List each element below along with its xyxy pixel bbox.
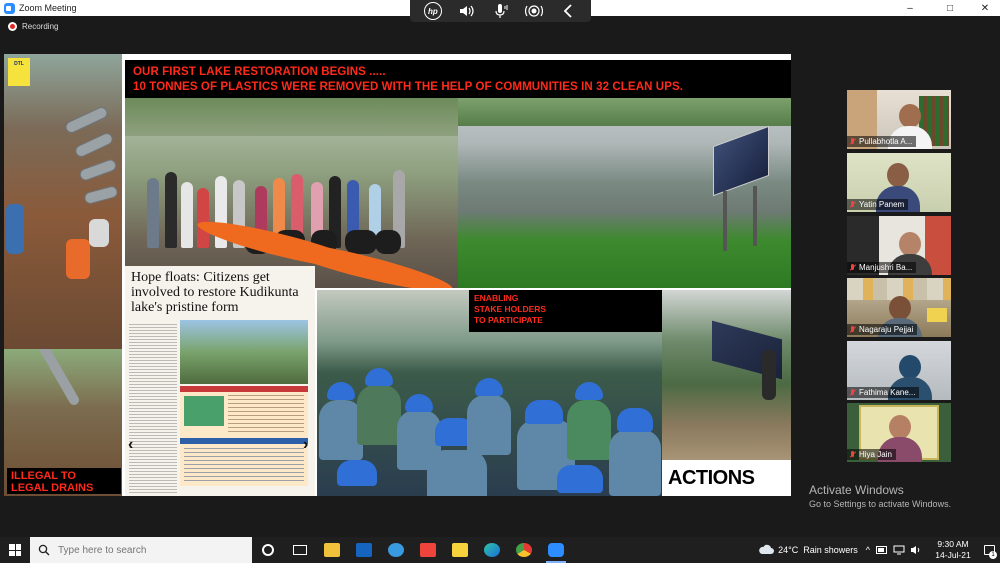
cortana-icon <box>262 544 274 556</box>
drain-construction-photo: DTL <box>4 54 122 349</box>
edge-legacy-button[interactable] <box>380 537 412 563</box>
mic-muted-icon <box>849 325 856 334</box>
notification-count: 1 <box>989 551 997 559</box>
host-toolbar: hp <box>410 0 591 22</box>
sticky-notes-button[interactable] <box>444 537 476 563</box>
search-icon <box>38 544 50 556</box>
actions-label: ACTIONS <box>662 460 791 496</box>
watermark-subtitle: Go to Settings to activate Windows. <box>809 499 952 509</box>
clock-date: 14-Jul-21 <box>935 550 971 560</box>
headline-line-1: OUR FIRST LAKE RESTORATION BEGINS ..... <box>133 66 386 78</box>
edge-icon <box>484 543 500 557</box>
slide-headline: OUR FIRST LAKE RESTORATION BEGINS ..... … <box>125 60 791 98</box>
mic-muted-icon <box>849 450 856 459</box>
search-input[interactable] <box>58 544 238 556</box>
sticky-notes-icon <box>452 543 468 557</box>
mic-muted-icon <box>849 388 856 397</box>
file-explorer-icon <box>324 543 340 557</box>
edge-legacy-icon <box>388 543 404 557</box>
windows-taskbar: 24°C Rain showers ^ 9:30 AM 14-Jul-21 1 <box>0 537 1000 563</box>
close-button[interactable]: ✕ <box>970 0 1000 16</box>
maximize-button[interactable]: □ <box>935 0 965 16</box>
broadcast-icon <box>525 5 544 17</box>
participant-tile[interactable]: Hiya Jain <box>847 403 951 462</box>
system-tray: 24°C Rain showers ^ 9:30 AM 14-Jul-21 1 <box>758 537 1000 563</box>
lakeside-work-photo <box>662 290 791 460</box>
participant-tile[interactable]: Pullabhotla A... <box>847 90 951 149</box>
participant-name-tag: Nagaraju Pejjai <box>847 324 918 335</box>
participant-name-tag: Fathima Kane... <box>847 387 920 398</box>
weather-cloud-icon <box>759 544 775 554</box>
headline-line-2: 10 TONNES OF PLASTICS WERE REMOVED WITH … <box>133 81 684 93</box>
newspaper-infographic <box>180 386 308 486</box>
watermark-title: Activate Windows <box>809 483 904 497</box>
taskbar-search[interactable] <box>30 537 252 563</box>
hp-logo-icon: hp <box>423 2 442 20</box>
action-center-button[interactable]: 1 <box>978 537 1000 563</box>
participant-name-tag: Yatin Panem <box>847 199 909 210</box>
participant-tile[interactable]: Fathima Kane... <box>847 341 951 400</box>
microphone-icon <box>495 4 508 18</box>
chevron-left-icon <box>563 4 572 18</box>
cleanup-volunteers-photo <box>125 96 458 288</box>
participant-tile[interactable]: Yatin Panem <box>847 153 951 212</box>
anydesk-icon <box>420 543 436 557</box>
mic-muted-icon <box>849 263 856 272</box>
illegal-drains-label: ILLEGAL TO LEGAL DRAINS <box>7 468 121 494</box>
volume-icon[interactable] <box>910 545 922 555</box>
participant-name-tag: Manjushri Ba... <box>847 262 917 273</box>
zoom-meeting-window: Zoom Meeting – □ ✕ hp Recording DTL ILLE… <box>0 0 1000 563</box>
window-title: Zoom Meeting <box>19 3 77 13</box>
task-view-button[interactable] <box>284 537 316 563</box>
collapse-toolbar-button[interactable] <box>557 2 579 20</box>
newspaper-clipping: Hope floats: Citizens get involved to re… <box>125 266 315 496</box>
enabling-stakeholders-label: ENABLING STAKE HOLDERS TO PARTICIPATE <box>469 290 662 332</box>
participant-name-tag: Hiya Jain <box>847 449 896 460</box>
anydesk-button[interactable] <box>412 537 444 563</box>
windows-logo-icon <box>9 544 21 556</box>
recording-label: Recording <box>22 22 59 31</box>
mic-muted-icon <box>849 200 856 209</box>
slide-next-arrow-icon[interactable]: › <box>303 436 308 454</box>
speaker-button[interactable] <box>456 2 478 20</box>
mic-muted-icon <box>849 137 856 146</box>
slide-prev-arrow-icon[interactable]: ‹ <box>128 436 133 454</box>
record-icon <box>8 22 17 31</box>
chrome-button[interactable] <box>508 537 540 563</box>
zoom-logo-icon <box>4 2 15 14</box>
newspaper-headline: Hope floats: Citizens get involved to re… <box>131 270 299 315</box>
outlook-icon <box>356 543 372 557</box>
solar-panel-image <box>713 125 769 197</box>
minimize-button[interactable]: – <box>895 0 925 16</box>
zoom-icon <box>548 543 564 557</box>
broadcast-button[interactable] <box>523 2 545 20</box>
speaker-icon <box>459 5 474 17</box>
cortana-button[interactable] <box>252 537 284 563</box>
file-explorer-button[interactable] <box>316 537 348 563</box>
network-icon[interactable] <box>893 545 905 555</box>
participant-name-tag: Pullabhotla A... <box>847 136 917 147</box>
battery-icon[interactable] <box>876 546 888 554</box>
microphone-button[interactable] <box>489 2 511 20</box>
edge-button[interactable] <box>476 537 508 563</box>
lake-with-solar-panel-photo <box>458 96 791 288</box>
newspaper-photo <box>180 320 308 384</box>
clock-time: 9:30 AM <box>937 539 969 549</box>
zoom-button[interactable] <box>540 537 572 563</box>
task-view-icon <box>293 545 307 555</box>
participant-tile[interactable]: Manjushri Ba... <box>847 216 951 275</box>
start-button[interactable] <box>0 537 30 563</box>
recording-indicator[interactable]: Recording <box>8 22 58 31</box>
weather-text[interactable]: 24°C Rain showers <box>778 545 858 555</box>
taskbar-clock[interactable]: 9:30 AM 14-Jul-21 <box>928 539 978 561</box>
signboard-image: DTL <box>8 58 30 86</box>
participant-tile[interactable]: Nagaraju Pejjai <box>847 278 951 337</box>
hp-logo-button[interactable]: hp <box>422 2 444 20</box>
outlook-button[interactable] <box>348 537 380 563</box>
activate-windows-watermark: Activate Windows Go to Settings to activ… <box>809 483 951 509</box>
show-hidden-icons-icon[interactable]: ^ <box>866 545 870 555</box>
chrome-icon <box>516 543 532 557</box>
shared-screen-slide: DTL ILLEGAL TO LEGAL DRAINS OUR FIRST LA… <box>4 54 791 496</box>
